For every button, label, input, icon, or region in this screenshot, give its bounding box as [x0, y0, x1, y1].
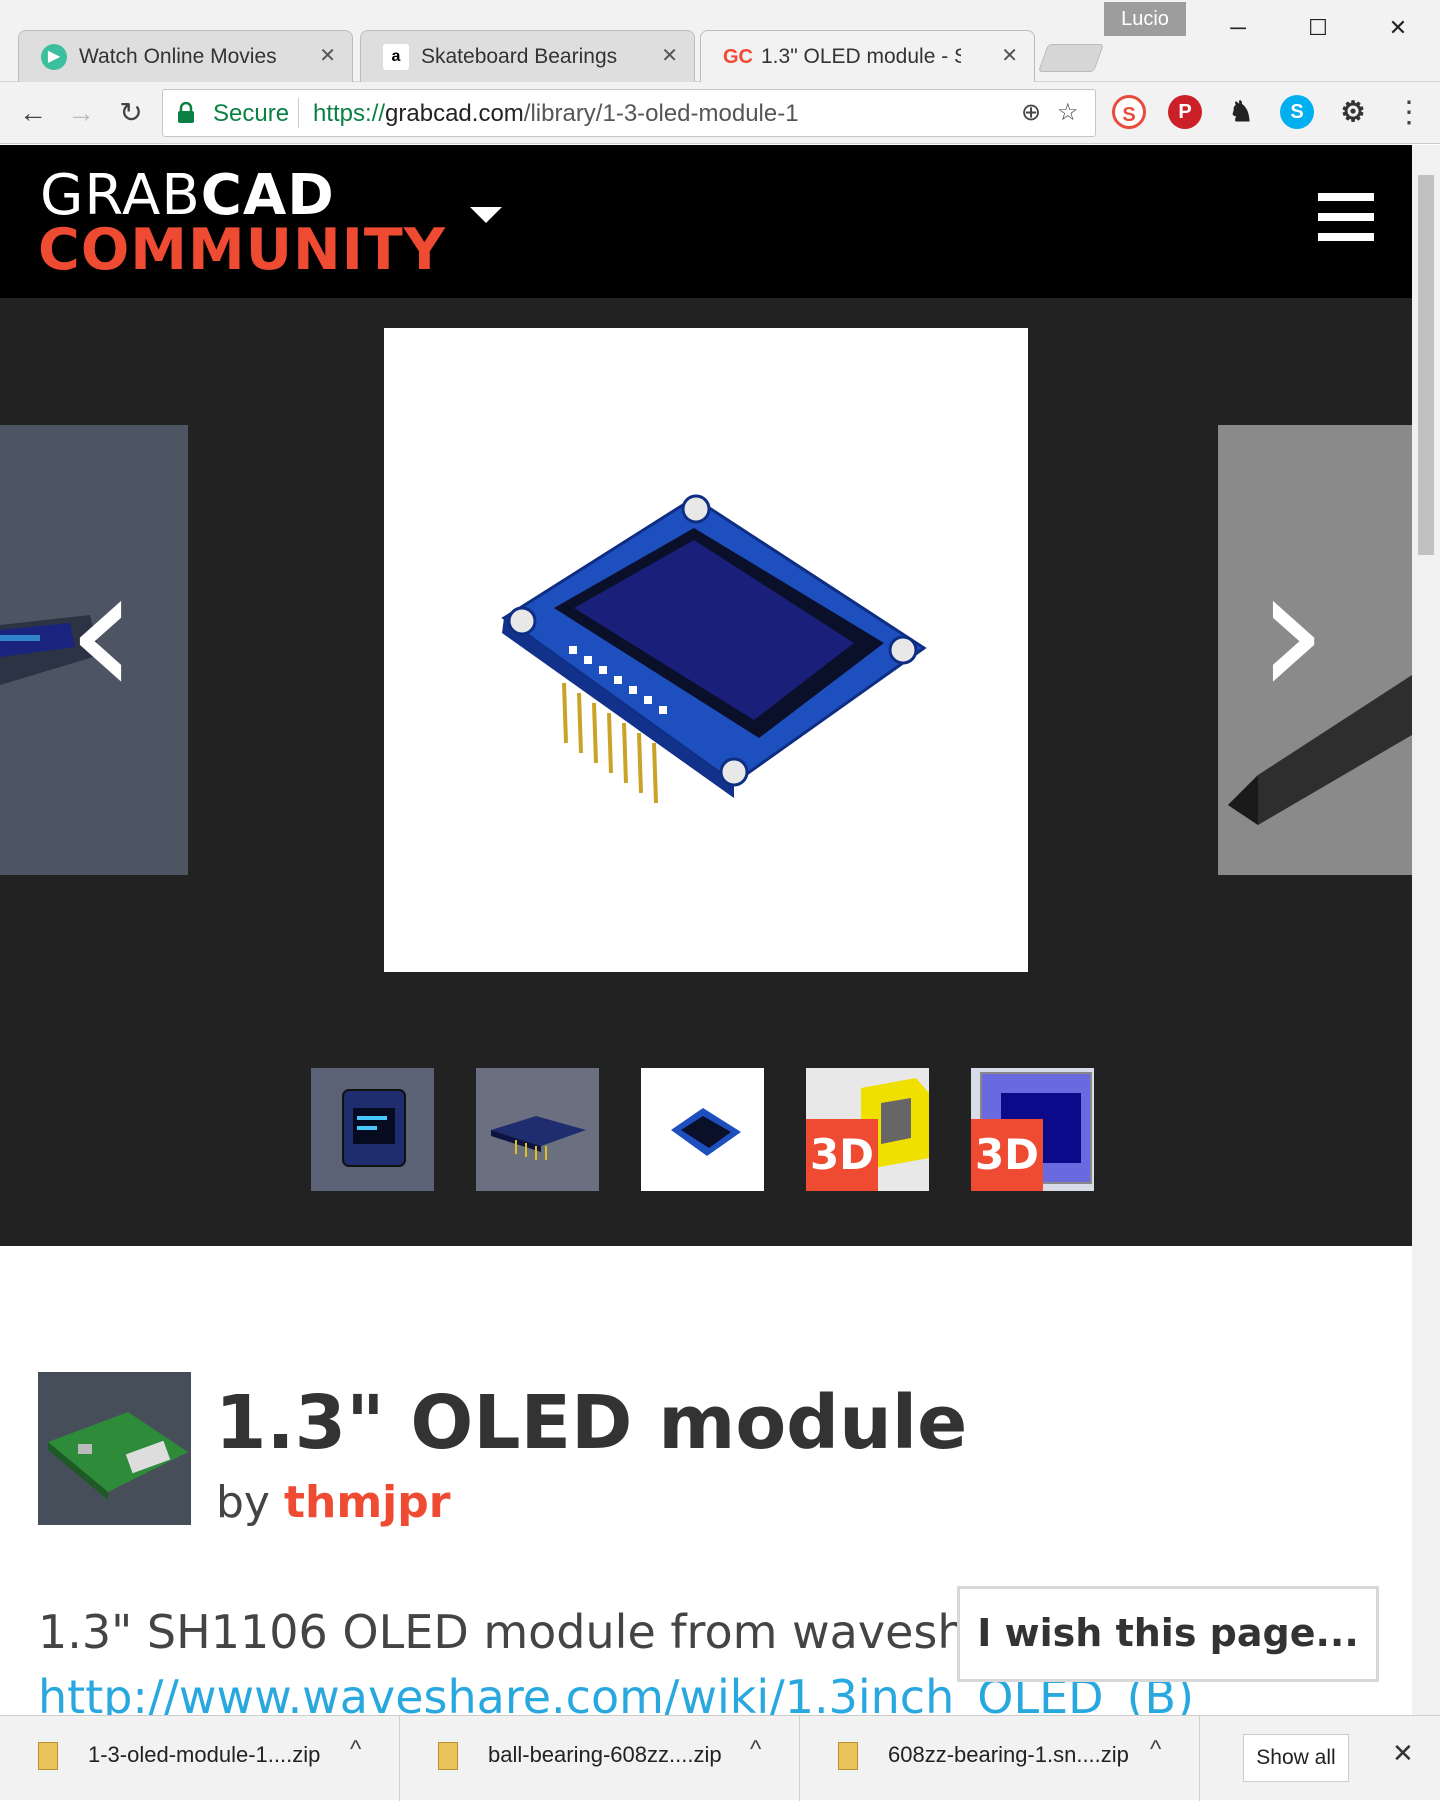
chevron-up-icon[interactable]: ^ [350, 1736, 361, 1764]
image-gallery: ‹ › 3D 3D [0, 298, 1412, 1246]
reload-icon[interactable]: ↻ [112, 94, 150, 132]
url-path: /library/1-3-oled-module-1 [523, 100, 799, 127]
thumb-3d-blue[interactable]: 3D [971, 1068, 1094, 1191]
oled-module-illustration [501, 494, 927, 804]
model-description: 1.3" SH1106 OLED module from waveshare [38, 1605, 1041, 1659]
zip-file-icon [438, 1742, 458, 1770]
forward-icon[interactable]: → [62, 94, 100, 132]
download-filename: 1-3-oled-module-1....zip [88, 1742, 321, 1767]
tab-title: Skateboard Bearings | Am [421, 45, 621, 68]
thumb-oled-front-art [342, 1089, 406, 1167]
logo-community[interactable]: COMMUNITY [38, 217, 446, 283]
main-product-image[interactable] [384, 328, 1028, 972]
badge-3d: 3D [806, 1119, 878, 1191]
zip-file-icon [838, 1742, 858, 1770]
zoom-icon[interactable]: ⊕ [1021, 98, 1041, 127]
tab-close-icon[interactable]: ✕ [1001, 43, 1018, 68]
show-all-button[interactable]: Show all [1243, 1734, 1349, 1782]
scrollbar-thumb[interactable] [1418, 175, 1434, 555]
lock-icon [178, 102, 194, 123]
amazon-icon: a [383, 44, 409, 70]
bookmark-star-icon[interactable]: ☆ [1057, 98, 1079, 127]
tab-close-icon[interactable]: ✕ [661, 43, 678, 68]
tab-title: Watch Online Movies Fre [79, 45, 279, 68]
author-link[interactable]: thmjpr [284, 1477, 450, 1528]
download-item[interactable]: 608zz-bearing-1.sn....zip ^ [800, 1716, 1200, 1801]
tab-strip: ▶ Watch Online Movies Fre ✕ a Skateboard… [0, 0, 1440, 82]
thumb-oled-photo[interactable] [641, 1068, 764, 1191]
tab-oled-module[interactable]: GC 1.3" OLED module - SOLI ✕ [700, 30, 1035, 82]
skype-icon[interactable]: S [1280, 95, 1314, 129]
grabcad-icon: GC [723, 46, 753, 68]
page-title: 1.3" OLED module [215, 1380, 968, 1466]
next-arrow-icon[interactable]: › [1256, 543, 1328, 723]
chevron-up-icon[interactable]: ^ [1150, 1736, 1161, 1764]
avatar-pcb-art [48, 1412, 188, 1500]
previous-arrow-icon[interactable]: ‹ [66, 543, 138, 723]
play-circle-icon: ▶ [41, 44, 67, 70]
url-host: grabcad.com [385, 100, 524, 127]
omnibox-separator [298, 98, 299, 128]
url-scheme: https:// [313, 100, 386, 127]
page-viewport: GRABCAD COMMUNITY ‹ › 3D 3D 1.3" OLED mo… [0, 145, 1412, 1715]
thumb-oled-side[interactable] [476, 1068, 599, 1191]
tab-title: 1.3" OLED module - SOLI [761, 45, 961, 68]
thumb-3d-yellow[interactable]: 3D [806, 1068, 929, 1191]
download-item[interactable]: ball-bearing-608zz....zip ^ [400, 1716, 800, 1801]
download-shelf: 1-3-oled-module-1....zip ^ ball-bearing-… [0, 1715, 1440, 1801]
scrollbar[interactable] [1412, 145, 1440, 1715]
back-icon[interactable]: ← [14, 94, 52, 132]
thumb-oled-photo-art [671, 1108, 741, 1156]
horse-extension-icon[interactable]: ♞ [1224, 95, 1258, 129]
author-byline: by thmjpr [216, 1477, 450, 1528]
secure-label: Secure [213, 100, 290, 127]
download-filename: 608zz-bearing-1.sn....zip [888, 1742, 1129, 1767]
tab-watch-movies[interactable]: ▶ Watch Online Movies Fre ✕ [18, 30, 353, 82]
browser-toolbar: ← → ↻ Secure https://grabcad.com/library… [0, 82, 1440, 144]
hamburger-menu-icon[interactable] [1318, 193, 1374, 249]
download-item[interactable]: 1-3-oled-module-1....zip ^ [0, 1716, 400, 1801]
settings-extension-icon[interactable]: ⚙ [1336, 95, 1370, 129]
thumb-oled-front[interactable] [311, 1068, 434, 1191]
close-shelf-icon[interactable]: ✕ [1392, 1738, 1414, 1769]
author-avatar[interactable] [38, 1372, 191, 1525]
badge-3d: 3D [971, 1119, 1043, 1191]
address-bar[interactable]: Secure https://grabcad.com/library/1-3-o… [162, 89, 1096, 137]
profile-button[interactable]: Lucio [1104, 2, 1186, 36]
new-tab-button[interactable] [1037, 44, 1105, 72]
by-label: by [216, 1477, 270, 1528]
pinterest-icon[interactable]: P [1168, 95, 1202, 129]
download-filename: ball-bearing-608zz....zip [488, 1742, 722, 1767]
minimize-icon[interactable]: ─ [1210, 8, 1266, 48]
chrome-menu-icon[interactable]: ⋮ [1390, 94, 1428, 132]
shopping-extension-icon[interactable]: S [1112, 95, 1146, 129]
chevron-down-icon[interactable] [470, 207, 502, 223]
url-text[interactable]: https://grabcad.com/library/1-3-oled-mod… [313, 100, 799, 128]
thumb-oled-side-art [491, 1116, 586, 1160]
site-header: GRABCAD COMMUNITY [0, 145, 1412, 298]
zip-file-icon [38, 1742, 58, 1770]
chevron-up-icon[interactable]: ^ [750, 1736, 761, 1764]
feedback-button[interactable]: I wish this page... [957, 1586, 1379, 1682]
maximize-icon[interactable]: ☐ [1290, 8, 1346, 48]
tab-close-icon[interactable]: ✕ [319, 43, 336, 68]
close-window-icon[interactable]: ✕ [1370, 8, 1426, 48]
tab-skateboard-bearings[interactable]: a Skateboard Bearings | Am ✕ [360, 30, 695, 82]
